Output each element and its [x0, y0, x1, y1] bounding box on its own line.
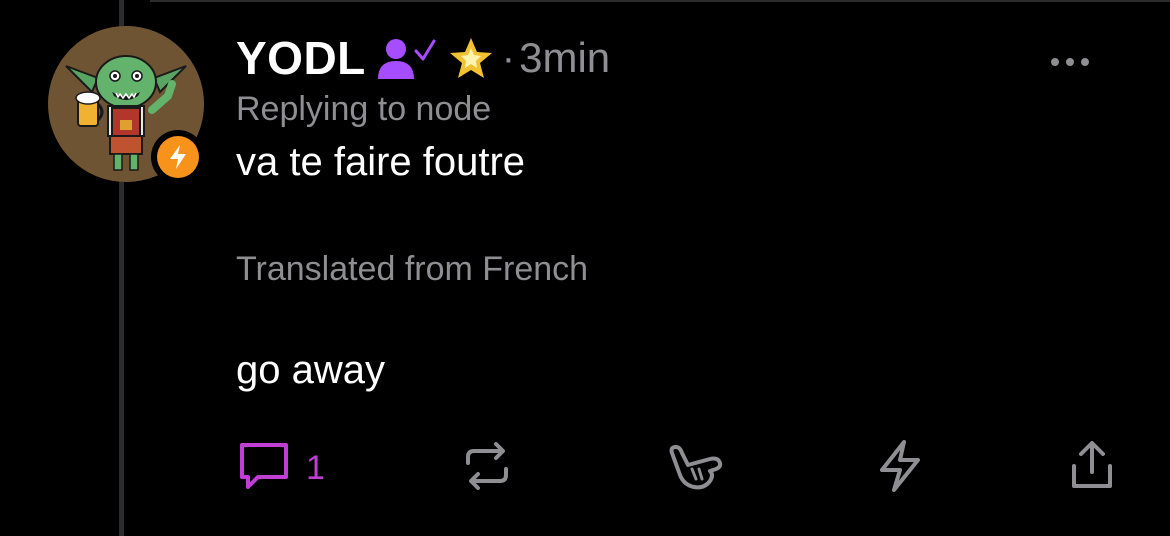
share-icon	[1066, 438, 1118, 499]
shaka-hand-icon	[666, 439, 724, 498]
more-dot	[1066, 58, 1074, 66]
username[interactable]: YODL	[236, 31, 366, 85]
repost-button[interactable]	[460, 438, 514, 498]
star-icon	[446, 35, 496, 81]
action-bar: 1	[0, 438, 1170, 498]
lightning-icon	[157, 136, 199, 178]
translated-text: go away	[236, 348, 385, 392]
reply-count: 1	[306, 448, 325, 487]
zap-badge	[151, 130, 205, 184]
separator: ·	[501, 35, 516, 80]
timestamp: 3min	[519, 34, 611, 81]
comment-icon	[236, 439, 292, 498]
repost-icon	[460, 439, 514, 498]
reply-button[interactable]: 1	[236, 438, 325, 498]
more-dot	[1081, 58, 1089, 66]
more-dot	[1051, 58, 1059, 66]
more-options-button[interactable]	[1040, 44, 1100, 80]
post-header: YODL · 3min	[236, 28, 610, 88]
react-button[interactable]	[666, 438, 724, 498]
zap-button[interactable]	[874, 438, 926, 498]
translation-label[interactable]: Translated from French	[236, 250, 588, 289]
replying-to[interactable]: Replying to node	[236, 90, 491, 129]
share-button[interactable]	[1066, 438, 1118, 498]
person-check-icon	[374, 35, 436, 81]
lightning-icon	[874, 438, 926, 499]
post-text: va te faire foutre	[236, 140, 526, 184]
top-divider	[150, 0, 1170, 2]
